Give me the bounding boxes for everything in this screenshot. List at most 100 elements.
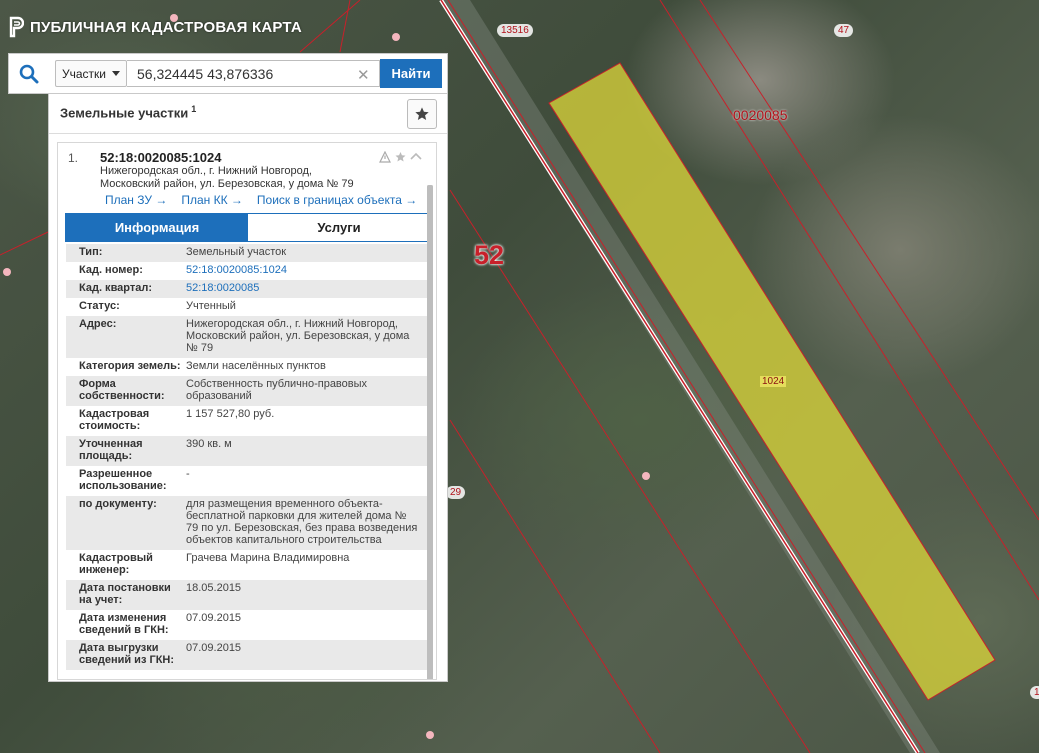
map-badge-29: 29 — [446, 486, 466, 499]
search-icon[interactable] — [9, 54, 49, 93]
result-address-line2: Московский район, ул. Березовская, у дом… — [100, 178, 354, 190]
row-key: Кадастровый инженер: — [79, 552, 153, 576]
road-strip — [440, 0, 940, 753]
map-label-quarter: 0020085 — [733, 107, 788, 123]
row-value: - — [186, 468, 190, 480]
panel-title-text: Земельные участки — [60, 105, 189, 121]
tab-services[interactable]: Услуги — [248, 214, 430, 241]
link-plan-kk[interactable]: План КК → — [181, 193, 243, 207]
map-badge-47: 47 — [834, 24, 854, 37]
star-icon[interactable] — [394, 151, 407, 163]
table-row: Кад. квартал: 52:18:0020085 — [66, 280, 431, 298]
map-badge-13516: 13516 — [497, 24, 533, 37]
row-key: Уточненная площадь: — [79, 438, 143, 462]
row-value: 07.09.2015 — [186, 642, 242, 654]
row-value[interactable]: 52:18:0020085 — [186, 282, 431, 294]
warning-icon[interactable] — [379, 151, 391, 163]
table-row: Категория земель: Земли населённых пункто… — [66, 358, 431, 376]
search-bar: Участки ✕ Найти — [8, 53, 448, 94]
row-key: Разрешенное использование: — [79, 468, 167, 492]
table-row: Адрес: Нижегородская обл., г. Нижний Новг… — [66, 316, 431, 358]
result-address-line1: Нижегородская обл., г. Нижний Новгород, — [100, 165, 312, 177]
row-value: Учтенный — [186, 300, 236, 312]
link-plan-zu[interactable]: План ЗУ → — [105, 193, 167, 207]
map-label-parcel: 1024 — [760, 376, 787, 387]
panel-header: Земельные участки 1 — [49, 94, 447, 134]
quarter-boundary-red — [440, 0, 919, 753]
table-row: Тип: Земельный участок — [66, 244, 431, 262]
parcel-boundary — [299, 0, 361, 53]
table-row: Форма собственности: Собственность публич… — [66, 376, 431, 406]
row-key: Тип: — [79, 246, 103, 258]
row-value: 07.09.2015 — [186, 612, 242, 624]
star-icon — [415, 107, 429, 120]
row-value[interactable]: 52:18:0020085:1024 — [186, 264, 431, 276]
clear-icon[interactable]: ✕ — [357, 66, 370, 84]
row-key: Адрес: — [79, 318, 117, 330]
table-row: Уточненная площадь: 390 кв. м — [66, 436, 431, 466]
table-row: по документу: для размещения временного о… — [66, 496, 431, 550]
scrollbar[interactable] — [427, 185, 433, 679]
row-value: для размещения временного объекта-беспла… — [186, 498, 418, 546]
quarter-boundary-red-2 — [447, 0, 926, 753]
map-point[interactable] — [642, 472, 650, 480]
chevron-down-icon — [112, 71, 120, 76]
row-value: Нижегородская обл., г. Нижний Новгород, … — [186, 318, 410, 354]
panel-title: Земельные участки 1 — [60, 104, 196, 120]
result-address: Нижегородская обл., г. Нижний Новгород, … — [100, 165, 380, 191]
row-value: 1 157 527,80 руб. — [186, 408, 275, 420]
scrollbar-thumb[interactable] — [427, 185, 433, 679]
find-button[interactable]: Найти — [380, 59, 442, 88]
table-row: Кад. номер: 52:18:0020085:1024 — [66, 262, 431, 280]
parcel-boundary — [699, 0, 1039, 521]
parcel-boundary — [0, 231, 49, 256]
row-key: Кад. квартал: — [79, 282, 153, 294]
parcel-boundary — [339, 0, 351, 53]
rosreestr-logo-icon — [9, 16, 24, 38]
search-input[interactable] — [127, 60, 380, 87]
favorites-button[interactable] — [407, 99, 437, 129]
table-row: Дата изменения сведений в ГКН: 07.09.2015 — [66, 610, 431, 640]
row-key: Кадастровая стоимость: — [79, 408, 150, 432]
tab-info[interactable]: Информация — [66, 214, 248, 241]
row-key: Категория земель: — [79, 360, 181, 372]
row-key: Кад. номер: — [79, 264, 143, 276]
row-key: Форма собственности: — [79, 378, 165, 402]
result-count: 1 — [191, 104, 197, 114]
row-value: 18.05.2015 — [186, 582, 242, 594]
app-brand[interactable]: ПУБЛИЧНАЯ КАДАСТРОВАЯ КАРТА — [8, 16, 302, 38]
table-row: Дата постановки на учет: 18.05.2015 — [66, 580, 431, 610]
table-row: Кадастровый инженер: Грачева Марина Влади… — [66, 550, 431, 580]
search-type-select[interactable]: Участки — [55, 60, 127, 87]
table-row: Кадастровая стоимость: 1 157 527,80 руб. — [66, 406, 431, 436]
info-table: Тип: Земельный участок Кад. номер: 52:18:00… — [66, 244, 431, 670]
map-point[interactable] — [3, 268, 11, 276]
result-card: 1. 52:18:0020085:1024 Нижегородская обл.… — [57, 142, 437, 680]
row-key: по документу: — [79, 498, 157, 510]
row-key: Статус: — [79, 300, 120, 312]
row-key: Дата изменения сведений в ГКН: — [79, 612, 169, 636]
row-value: Грачева Марина Владимировна — [186, 552, 350, 564]
map-point[interactable] — [392, 33, 400, 41]
row-value: Собственность публично-правовых образова… — [186, 378, 368, 402]
row-key: Дата постановки на учет: — [79, 582, 171, 606]
row-value: 390 кв. м — [186, 438, 232, 450]
result-index: 1. — [68, 151, 79, 165]
result-links: План ЗУ → План КК → Поиск в границах объ… — [105, 193, 417, 207]
row-value: Земли населённых пунктов — [186, 360, 326, 372]
map-point[interactable] — [426, 731, 434, 739]
link-search-in-bounds[interactable]: Поиск в границах объекта → — [257, 193, 417, 207]
search-type-label: Участки — [62, 66, 106, 81]
table-row: Дата выгрузки сведений из ГКН: 07.09.2015 — [66, 640, 431, 670]
chevron-up-icon[interactable] — [410, 151, 422, 163]
map-label-52: 52 — [474, 240, 505, 270]
result-cad-number[interactable]: 52:18:0020085:1024 — [100, 150, 221, 165]
row-key: Дата выгрузки сведений из ГКН: — [79, 642, 175, 666]
table-row: Статус: Учтенный — [66, 298, 431, 316]
map-badge-edge: 1 — [1030, 686, 1039, 699]
row-value: Земельный участок — [186, 246, 287, 258]
results-panel: Земельные участки 1 1. 52:18:0020085:1024… — [48, 94, 448, 682]
app-title: ПУБЛИЧНАЯ КАДАСТРОВАЯ КАРТА — [30, 18, 302, 36]
card-icons — [379, 151, 422, 163]
result-tabs: Информация Услуги — [65, 213, 431, 242]
